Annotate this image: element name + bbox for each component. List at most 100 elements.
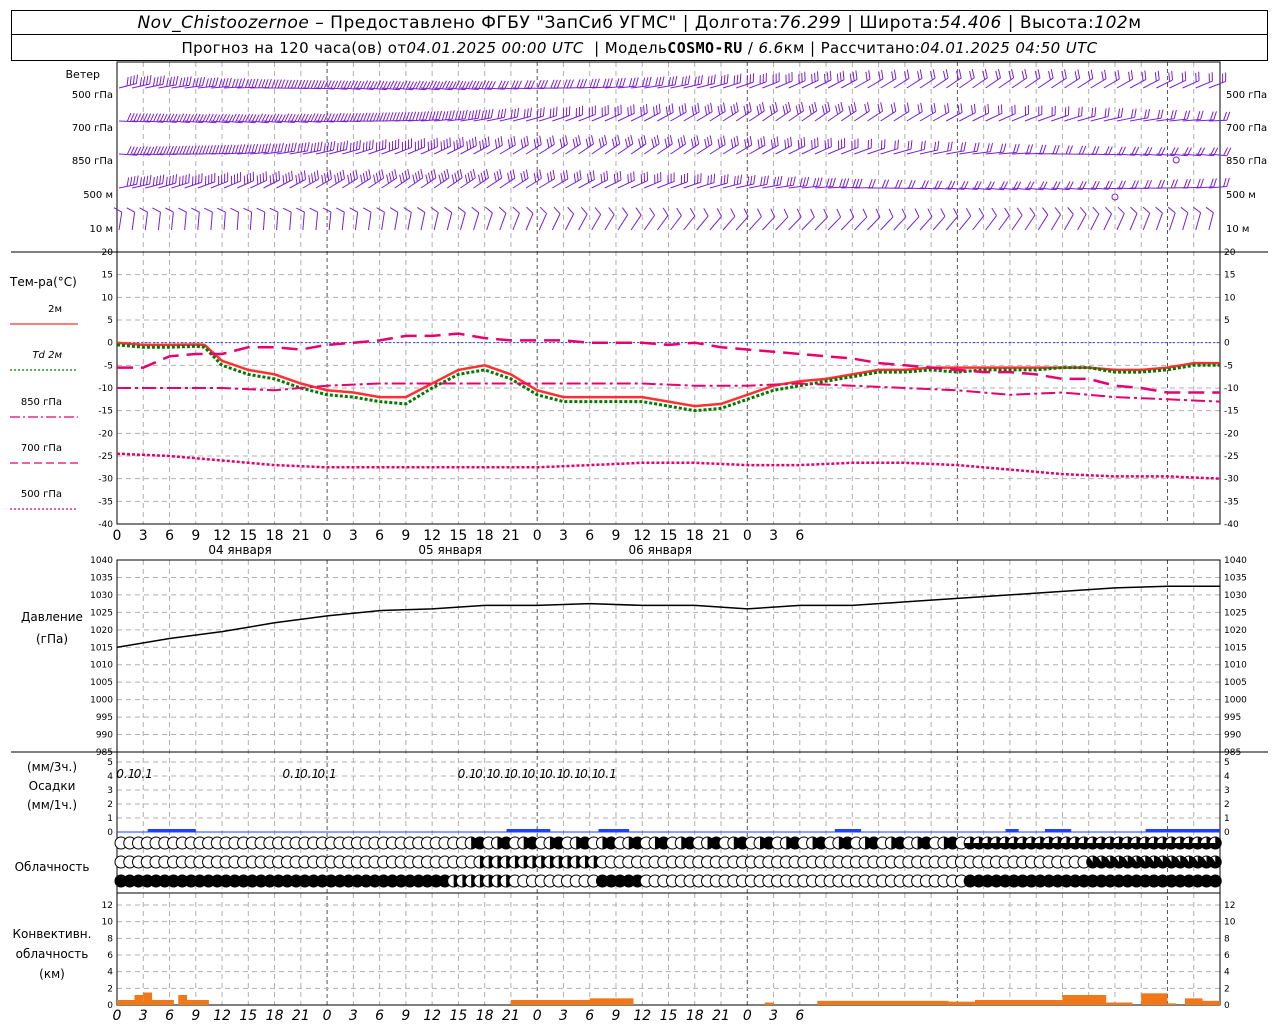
wind-barb-feather — [596, 78, 600, 88]
wind-barb-feather — [484, 137, 487, 148]
wind-barb-feather — [1173, 179, 1179, 189]
wind-barb — [1011, 207, 1023, 231]
wind-barb-feather — [389, 112, 394, 121]
wind-barb-feather — [326, 171, 330, 181]
wind-barb-feather — [126, 112, 132, 122]
wind-barb-feather — [425, 111, 430, 121]
wind-barb-feather — [753, 175, 756, 185]
wind-barb — [722, 174, 743, 189]
wind-barb-staff — [827, 216, 841, 231]
wind-barb-feather — [1141, 71, 1144, 82]
wind-barb-feather — [832, 177, 836, 187]
wind-barb-feather — [774, 102, 778, 112]
wind-barb-feather — [267, 143, 272, 153]
wind-barb — [309, 207, 319, 231]
wind-barb-feather — [723, 74, 726, 85]
wind-barb-feather — [604, 135, 608, 144]
wind-barb — [512, 206, 520, 231]
wind-barb-feather — [444, 206, 453, 213]
wind-barb-feather — [221, 78, 226, 88]
wind-barb-staff — [1051, 77, 1067, 89]
wind-barb-staff — [1156, 79, 1173, 89]
precip-value-label: 0.1 — [598, 767, 617, 781]
wind-barb-feather — [513, 135, 516, 145]
wind-barb-feather — [221, 144, 226, 154]
wind-barb-feather — [549, 137, 553, 147]
hour-tick-label: 0 — [113, 1008, 122, 1024]
wind-barb-feather — [627, 174, 629, 184]
wind-barb-staff — [1011, 214, 1023, 231]
wind-barb-staff — [604, 143, 620, 155]
wind-barb-feather — [789, 176, 793, 186]
wind-barb-staff — [932, 111, 950, 122]
wind-barb-feather — [987, 104, 990, 114]
wind-barb-feather — [212, 145, 217, 154]
wind-barb-feather — [362, 142, 365, 152]
wind-barb — [336, 207, 345, 231]
wind-barb — [210, 172, 229, 189]
wind-barb — [762, 72, 780, 89]
wind-barb — [158, 174, 178, 189]
wind-barb-feather — [627, 136, 631, 146]
wind-barb-feather — [248, 144, 252, 154]
wind-barb-feather — [319, 141, 323, 151]
wind-barb-feather — [553, 206, 561, 215]
wind-barb-feather — [336, 80, 342, 89]
wind-barb — [801, 101, 818, 122]
wind-barb — [1024, 207, 1036, 231]
wind-barb-feather — [709, 135, 713, 145]
wind-barb-staff — [722, 110, 739, 122]
wind-barb-feather — [401, 172, 405, 182]
wind-barb-feather — [399, 111, 404, 121]
wind-barb-feather — [474, 109, 478, 119]
wind-barb-feather — [1147, 180, 1153, 189]
wind-barb — [1155, 206, 1163, 231]
wind-barb-feather — [814, 101, 818, 111]
meteogram: 20 2015 1510 105 50 0-5 -5-10 -10-15 -15-20 -20-2… — [9, 61, 1268, 1024]
precip-tick-label: 4 — [107, 772, 113, 782]
wind-barb — [709, 135, 726, 155]
wind-barb — [591, 105, 609, 122]
wind-barb-feather — [261, 79, 266, 88]
wind-barb — [118, 175, 139, 189]
wind-barb — [801, 208, 815, 231]
wind-barb — [282, 207, 292, 231]
wind-barb-staff — [591, 179, 608, 189]
precip-tick-label: 2 — [1224, 800, 1230, 810]
wind-barb-feather — [339, 142, 342, 152]
temperature-tick-label: -20 — [98, 429, 113, 439]
wind-barb — [735, 73, 755, 89]
wind-barb-feather — [362, 207, 372, 213]
wind-barb-staff — [880, 78, 897, 89]
wind-barb — [788, 101, 805, 122]
wind-barb-feather — [760, 176, 763, 186]
wind-barb-feather — [602, 78, 607, 88]
wind-barb-feather — [556, 79, 562, 89]
wind-barb-staff — [355, 177, 371, 189]
wind-barb-feather — [694, 104, 697, 114]
wind-barb-feather — [130, 113, 135, 122]
wind-barb-feather — [579, 170, 582, 180]
wind-barb-feather — [786, 177, 790, 187]
wind-barb-feather — [1157, 70, 1160, 80]
wind-barb-feather — [921, 180, 926, 189]
wind-barb-feather — [129, 176, 133, 186]
wind-barb-feather — [282, 207, 292, 213]
wind-barb-feather — [333, 80, 339, 90]
temperature-tick-label: -25 — [98, 452, 113, 462]
wind-barb-feather — [136, 175, 139, 185]
hour-tick-label: 15 — [449, 528, 467, 544]
wind-barb — [1090, 107, 1110, 122]
wind-barb-feather — [1104, 69, 1107, 79]
wind-barb — [985, 207, 997, 231]
hour-tick-label: 0 — [533, 1008, 542, 1024]
wind-barb-feather — [472, 169, 476, 179]
wind-barb-feather — [696, 135, 700, 145]
hour-tick-label: 12 — [213, 528, 231, 544]
wind-barb-staff — [762, 110, 778, 122]
wind-barb — [998, 68, 1015, 89]
pressure-tick-label: 1025 — [1224, 608, 1247, 618]
wind-barb — [1037, 207, 1049, 231]
wind-barb-feather — [893, 102, 897, 112]
wind-barb-feather — [458, 110, 462, 120]
